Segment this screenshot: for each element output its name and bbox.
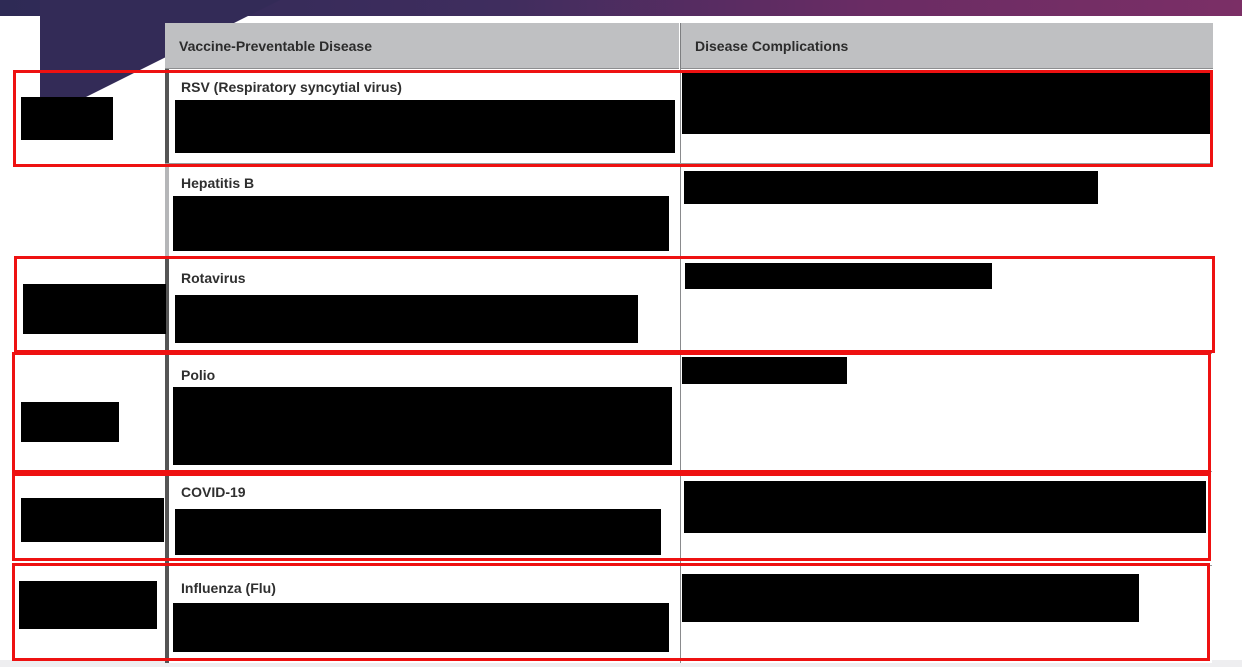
highlight-box-covid	[12, 473, 1211, 561]
redacted-text	[173, 196, 669, 251]
table-row: Hepatitis B	[165, 164, 1212, 257]
highlight-box-polio	[12, 352, 1211, 473]
redacted-text	[684, 171, 1098, 204]
highlight-box-rotavirus	[14, 256, 1215, 353]
disease-cell: Hepatitis B	[165, 164, 683, 256]
header-label: Disease Complications	[695, 38, 849, 54]
complications-cell	[680, 164, 1213, 256]
highlight-box-influenza	[12, 563, 1210, 661]
header-vaccine-preventable-disease: Vaccine-Preventable Disease	[165, 23, 679, 69]
highlight-box-rsv	[13, 70, 1213, 167]
disease-name: Hepatitis B	[181, 175, 255, 191]
header-label: Vaccine-Preventable Disease	[179, 38, 373, 54]
header-disease-complications: Disease Complications	[680, 23, 1213, 69]
